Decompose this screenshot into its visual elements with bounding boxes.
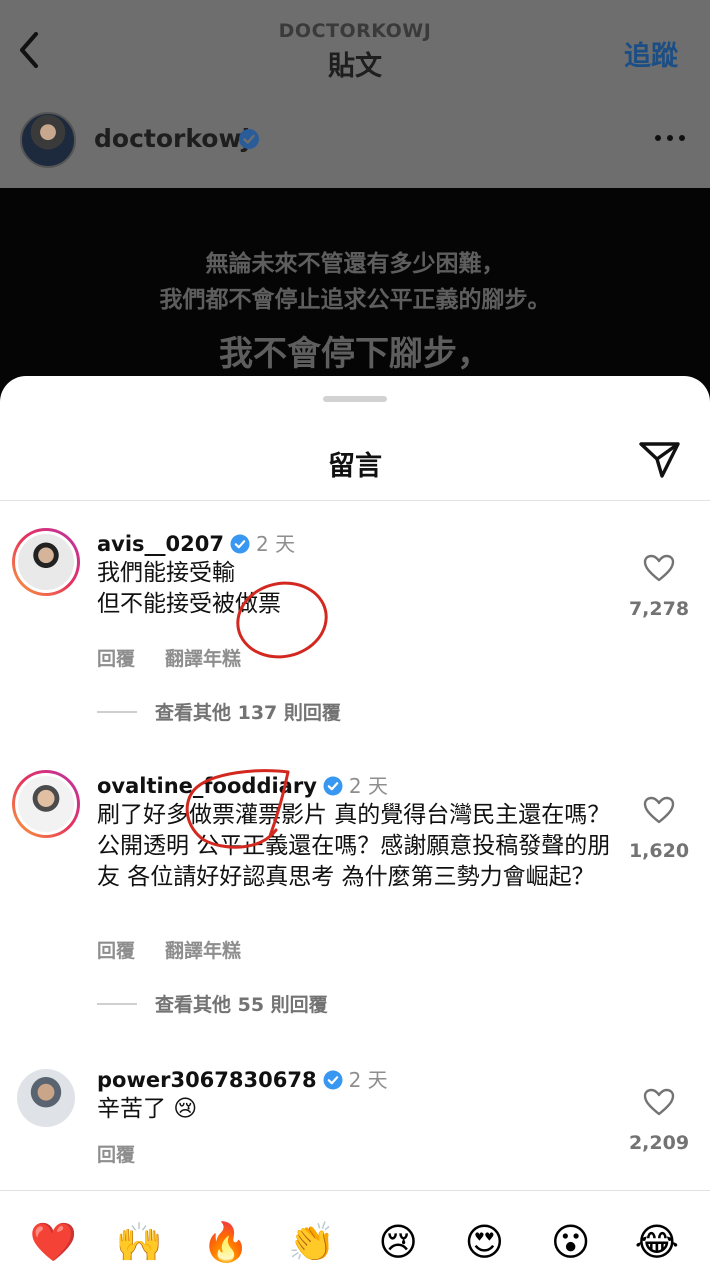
like-count: 1,620 xyxy=(628,840,690,862)
commenter-username[interactable]: avis__0207 2 天 xyxy=(97,528,295,557)
commenter-username[interactable]: power3067830678 2 天 xyxy=(97,1064,388,1093)
sheet-divider xyxy=(0,500,710,501)
view-replies-text[interactable]: 查看其他 137 則回覆 xyxy=(155,702,341,724)
replies-line xyxy=(97,711,137,713)
reaction-surprised-emoji[interactable]: 😮 xyxy=(541,1220,601,1264)
comment-text: 辛苦了 😢 xyxy=(97,1096,198,1122)
reaction-fire-emoji[interactable]: 🔥 xyxy=(196,1220,256,1264)
reaction-bar: ❤️ 🙌 🔥 👏 😢 😍 😮 😂 xyxy=(0,1212,710,1272)
reaction-laughing-emoji[interactable]: 😂 xyxy=(627,1220,687,1264)
verified-badge-icon xyxy=(323,776,343,796)
post-image-text-line1: 無論未來不管還有多少困難， xyxy=(205,250,505,277)
commenter-avatar[interactable] xyxy=(12,528,80,596)
sheet-drag-handle[interactable] xyxy=(323,396,387,402)
comment-timestamp: 2 天 xyxy=(256,532,296,556)
comment-text: 我們能接受輸 但不能接受被做票 xyxy=(97,558,617,620)
like-heart-icon[interactable] xyxy=(643,1088,675,1116)
commenter-username-text[interactable]: avis__0207 xyxy=(97,532,224,556)
view-replies-text[interactable]: 查看其他 55 則回覆 xyxy=(155,994,328,1016)
follow-button[interactable]: 追蹤 xyxy=(624,34,678,73)
comment-text-line: 但不能接受被做票 xyxy=(97,591,281,617)
author-username[interactable]: doctorkowj xyxy=(94,124,250,153)
translate-button[interactable]: 翻譯年糕 xyxy=(165,940,241,962)
verified-badge-icon xyxy=(230,534,250,554)
commenter-username-text[interactable]: power3067830678 xyxy=(97,1068,317,1092)
comment-timestamp: 2 天 xyxy=(348,774,388,798)
post-image-text-line2: 我們都不會停止追求公平正義的腳步。 xyxy=(159,286,551,313)
reaction-clap-emoji[interactable]: 👏 xyxy=(282,1220,342,1264)
comment-actions: 回覆 翻譯年糕 xyxy=(97,644,271,671)
reaction-raised-hands-emoji[interactable]: 🙌 xyxy=(109,1220,169,1264)
reply-button[interactable]: 回覆 xyxy=(97,1144,135,1166)
translate-button[interactable]: 翻譯年糕 xyxy=(165,648,241,670)
reaction-heart-eyes-emoji[interactable]: 😍 xyxy=(454,1220,514,1264)
comment-actions: 回覆 xyxy=(97,1140,165,1167)
more-options-icon[interactable] xyxy=(654,132,686,144)
instagram-post-screen: DOCTORKOWJ 貼文 追蹤 doctorkowj 無論未來不管還有多少困難… xyxy=(0,0,710,1280)
author-avatar[interactable] xyxy=(20,112,76,168)
commenter-avatar[interactable] xyxy=(12,1064,80,1132)
reply-button[interactable]: 回覆 xyxy=(97,648,135,670)
post-image-text-line3: 我不會停下腳步， xyxy=(219,334,491,374)
view-replies-link[interactable]: 查看其他 55 則回覆 xyxy=(97,990,328,1017)
reply-button[interactable]: 回覆 xyxy=(97,940,135,962)
verified-badge-icon xyxy=(323,1070,343,1090)
page-title: 貼文 xyxy=(328,51,382,82)
comment-text: 刷了好多做票灌票影片 真的覺得台灣民主還在嗎？公開透明 公平正義還在嗎？感謝願意… xyxy=(97,802,611,890)
like-count: 2,209 xyxy=(628,1132,690,1154)
replies-line xyxy=(97,1003,137,1005)
commenter-avatar[interactable] xyxy=(12,770,80,838)
view-replies-link[interactable]: 查看其他 137 則回覆 xyxy=(97,698,341,725)
annotation-partial-circle xyxy=(185,769,290,849)
comment-actions: 回覆 翻譯年糕 xyxy=(97,936,271,963)
reaction-crying-emoji[interactable]: 😢 xyxy=(368,1220,428,1264)
send-share-icon[interactable] xyxy=(638,440,682,480)
reaction-heart-emoji[interactable]: ❤️ xyxy=(23,1220,83,1264)
sheet-title: 留言 xyxy=(328,451,382,482)
comment-timestamp: 2 天 xyxy=(348,1068,388,1092)
verified-badge-icon xyxy=(239,129,259,149)
post-account-kicker: DOCTORKOWJ xyxy=(278,20,432,42)
comments-sheet: 留言 avis__0207 2 天 我們能接受輸 但不能接受被做票 回覆 翻譯年糕 … xyxy=(0,376,710,1280)
like-heart-icon[interactable] xyxy=(643,796,675,824)
reaction-bar-divider xyxy=(0,1190,710,1191)
like-count: 7,278 xyxy=(628,598,690,620)
comment-text-line: 我們能接受輸 xyxy=(97,560,235,586)
like-heart-icon[interactable] xyxy=(643,554,675,582)
